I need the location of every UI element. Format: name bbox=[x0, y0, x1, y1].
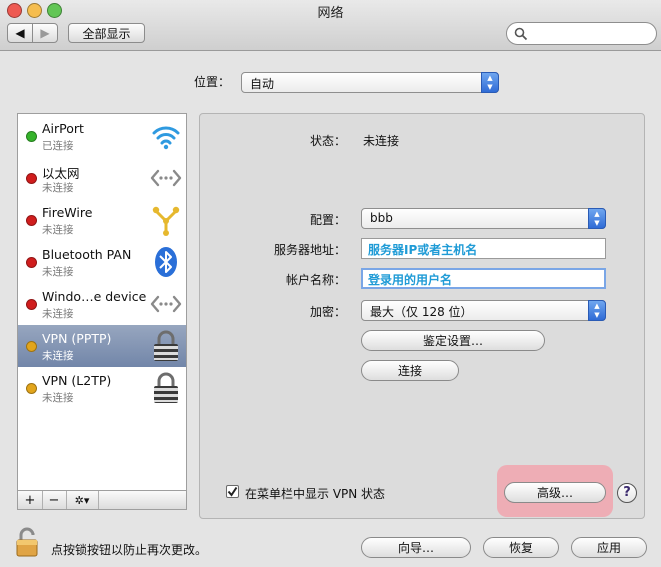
location-label: 位置： bbox=[194, 75, 231, 89]
checkmark-icon bbox=[227, 486, 238, 497]
add-service-button[interactable]: + bbox=[18, 491, 43, 509]
help-button[interactable]: ? bbox=[617, 483, 637, 503]
show-vpn-status-checkbox[interactable] bbox=[226, 485, 239, 498]
popup-arrows-icon: ▲ ▼ bbox=[588, 300, 606, 321]
ethernet-icon bbox=[149, 287, 183, 321]
service-item[interactable]: Bluetooth PAN 未连接 bbox=[18, 241, 186, 283]
status-label: 状态： bbox=[309, 134, 346, 148]
location-value: 自动 bbox=[250, 77, 275, 91]
configuration-label: 配置： bbox=[309, 213, 346, 227]
apply-button[interactable]: 应用 bbox=[571, 537, 647, 558]
service-item[interactable]: VPN (L2TP) 未连接 bbox=[18, 367, 186, 409]
service-item[interactable]: AirPort 已连接 bbox=[18, 115, 186, 157]
status-value: 未连接 bbox=[363, 134, 400, 148]
forward-button[interactable]: ▶ bbox=[32, 23, 58, 43]
service-item[interactable]: VPN (PPTP) 未连接 bbox=[18, 325, 186, 367]
search-icon bbox=[514, 27, 528, 41]
account-name-field[interactable]: 登录用的用户名 bbox=[361, 268, 606, 289]
advanced-button[interactable]: 高级… bbox=[504, 482, 606, 503]
configuration-popup[interactable]: bbb ▲ ▼ bbox=[361, 208, 606, 229]
service-name: FireWire bbox=[42, 205, 93, 220]
remove-service-button[interactable]: − bbox=[42, 491, 67, 509]
server-address-value: 服务器IP或者主机名 bbox=[368, 243, 478, 257]
status-dot-icon bbox=[26, 131, 37, 142]
firewire-icon bbox=[149, 203, 183, 237]
configuration-value: bbb bbox=[370, 211, 393, 225]
window-title: 网络 bbox=[317, 6, 344, 21]
revert-button[interactable]: 恢复 bbox=[483, 537, 559, 558]
service-status: 未连接 bbox=[42, 308, 74, 320]
service-status: 未连接 bbox=[42, 182, 74, 194]
server-address-field[interactable]: 服务器IP或者主机名 bbox=[361, 238, 606, 259]
service-item[interactable]: FireWire 未连接 bbox=[18, 199, 186, 241]
lock-icon bbox=[149, 329, 183, 363]
status-dot-icon bbox=[26, 299, 37, 310]
search-input[interactable] bbox=[506, 22, 657, 45]
connect-button[interactable]: 连接 bbox=[361, 360, 459, 381]
forward-arrow-icon: ▶ bbox=[40, 26, 50, 40]
service-list-toolbar: + − ✲▾ bbox=[17, 490, 187, 510]
back-button[interactable]: ◀ bbox=[7, 23, 33, 43]
ethernet-icon bbox=[149, 161, 183, 195]
lock-icon bbox=[149, 371, 183, 405]
status-dot-icon bbox=[26, 341, 37, 352]
service-name: Bluetooth PAN bbox=[42, 247, 132, 262]
title-bar: 网络 ◀ ▶ 全部显示 bbox=[0, 0, 661, 51]
lock-open-icon[interactable] bbox=[16, 527, 40, 557]
service-item[interactable]: 以太网 未连接 bbox=[18, 157, 186, 199]
service-status: 未连接 bbox=[42, 350, 74, 362]
service-name: VPN (PPTP) bbox=[42, 331, 112, 346]
account-name-label: 帐户名称： bbox=[285, 273, 346, 287]
encryption-label: 加密： bbox=[309, 305, 346, 319]
encryption-value: 最大（仅 128 位） bbox=[370, 305, 473, 319]
popup-arrows-icon: ▲ ▼ bbox=[588, 208, 606, 229]
service-status: 已连接 bbox=[42, 140, 74, 152]
server-address-label: 服务器地址： bbox=[273, 243, 346, 257]
account-name-value: 登录用的用户名 bbox=[368, 273, 453, 287]
bluetooth-icon bbox=[149, 245, 183, 279]
service-item[interactable]: Windo…e device 未连接 bbox=[18, 283, 186, 325]
location-popup[interactable]: 自动 ▲ ▼ bbox=[241, 72, 499, 93]
service-name: Windo…e device bbox=[42, 289, 147, 304]
lock-instructions: 点按锁按钮以防止再次更改。 bbox=[51, 543, 208, 557]
show-all-button[interactable]: 全部显示 bbox=[68, 23, 145, 43]
assist-me-button[interactable]: 向导… bbox=[361, 537, 471, 558]
status-dot-icon bbox=[26, 383, 37, 394]
status-dot-icon bbox=[26, 257, 37, 268]
service-status: 未连接 bbox=[42, 266, 74, 278]
authentication-settings-button[interactable]: 鉴定设置… bbox=[361, 330, 545, 351]
service-name: AirPort bbox=[42, 121, 84, 136]
service-status: 未连接 bbox=[42, 224, 74, 236]
status-dot-icon bbox=[26, 173, 37, 184]
popup-arrows-icon: ▲ ▼ bbox=[481, 72, 499, 93]
wifi-icon bbox=[149, 119, 183, 153]
service-status: 未连接 bbox=[42, 392, 74, 404]
encryption-popup[interactable]: 最大（仅 128 位） ▲ ▼ bbox=[361, 300, 606, 321]
status-dot-icon bbox=[26, 215, 37, 226]
action-menu-button[interactable]: ✲▾ bbox=[66, 491, 99, 509]
show-vpn-status-label: 在菜单栏中显示 VPN 状态 bbox=[245, 487, 386, 501]
service-name: VPN (L2TP) bbox=[42, 373, 112, 388]
back-arrow-icon: ◀ bbox=[15, 26, 25, 40]
